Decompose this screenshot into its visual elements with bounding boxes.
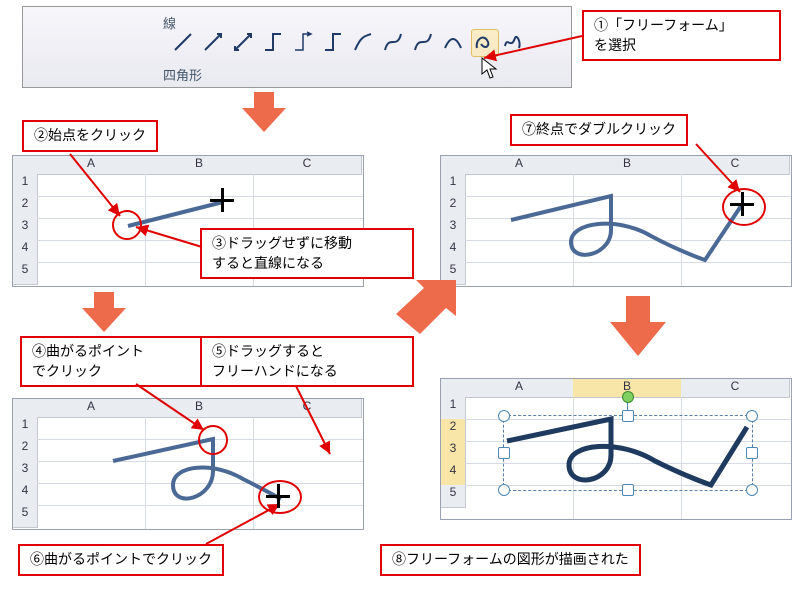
flow-arrow-down-3 xyxy=(610,296,666,356)
resize-handle[interactable] xyxy=(498,447,510,459)
worksheet-step-8: A B C 1 2 3 4 5 xyxy=(440,378,792,520)
curve-double-icon[interactable] xyxy=(413,32,433,52)
rotate-handle[interactable] xyxy=(622,391,634,403)
start-point-marker xyxy=(112,210,142,240)
callout-step-2: ②始点をクリック xyxy=(22,120,158,152)
resize-handle[interactable] xyxy=(622,410,634,422)
crosshair-cursor-icon xyxy=(266,484,290,508)
double-arrow-icon[interactable] xyxy=(233,32,253,52)
resize-handle[interactable] xyxy=(746,410,758,422)
elbow-arrow-icon[interactable] xyxy=(293,32,313,52)
line-shapes-gallery xyxy=(173,32,523,52)
line-icon[interactable] xyxy=(173,32,193,52)
flow-arrow-down-2 xyxy=(82,292,126,332)
resize-handle[interactable] xyxy=(746,447,758,459)
resize-handle[interactable] xyxy=(622,484,634,496)
callout-step-3: ③ドラッグせずに移動すると直線になる xyxy=(200,228,414,279)
flow-arrow-upright xyxy=(396,280,456,334)
ribbon-rect-label: 四角形 xyxy=(163,65,202,84)
elbow-icon[interactable] xyxy=(263,32,283,52)
curve-icon[interactable] xyxy=(353,32,373,52)
arc-icon[interactable] xyxy=(443,32,463,52)
callout-step-5: ⑤ドラッグするとフリーハンドになる xyxy=(200,336,414,387)
resize-handle[interactable] xyxy=(498,484,510,496)
crosshair-cursor-icon xyxy=(730,192,754,216)
crosshair-cursor-icon xyxy=(210,188,234,212)
resize-handle[interactable] xyxy=(746,484,758,496)
elbow-double-icon[interactable] xyxy=(323,32,343,52)
resize-handle[interactable] xyxy=(498,410,510,422)
ribbon-lines-label: 線 xyxy=(163,13,176,32)
arrow-icon[interactable] xyxy=(203,32,223,52)
selection-bounding-box xyxy=(503,415,753,491)
bend-point-marker-1 xyxy=(198,425,228,455)
callout-step-6: ⑥曲がるポイントでクリック xyxy=(18,544,224,576)
callout-step-8: ⑧フリーフォームの図形が描画された xyxy=(380,544,641,576)
callout-step-1: ①「フリーフォーム」を選択 xyxy=(582,10,781,61)
flow-arrow-down-1 xyxy=(242,92,286,132)
curve-arrow-icon[interactable] xyxy=(383,32,403,52)
mouse-cursor-icon xyxy=(480,56,500,80)
callout-step-7: ⑦終点でダブルクリック xyxy=(510,114,688,146)
